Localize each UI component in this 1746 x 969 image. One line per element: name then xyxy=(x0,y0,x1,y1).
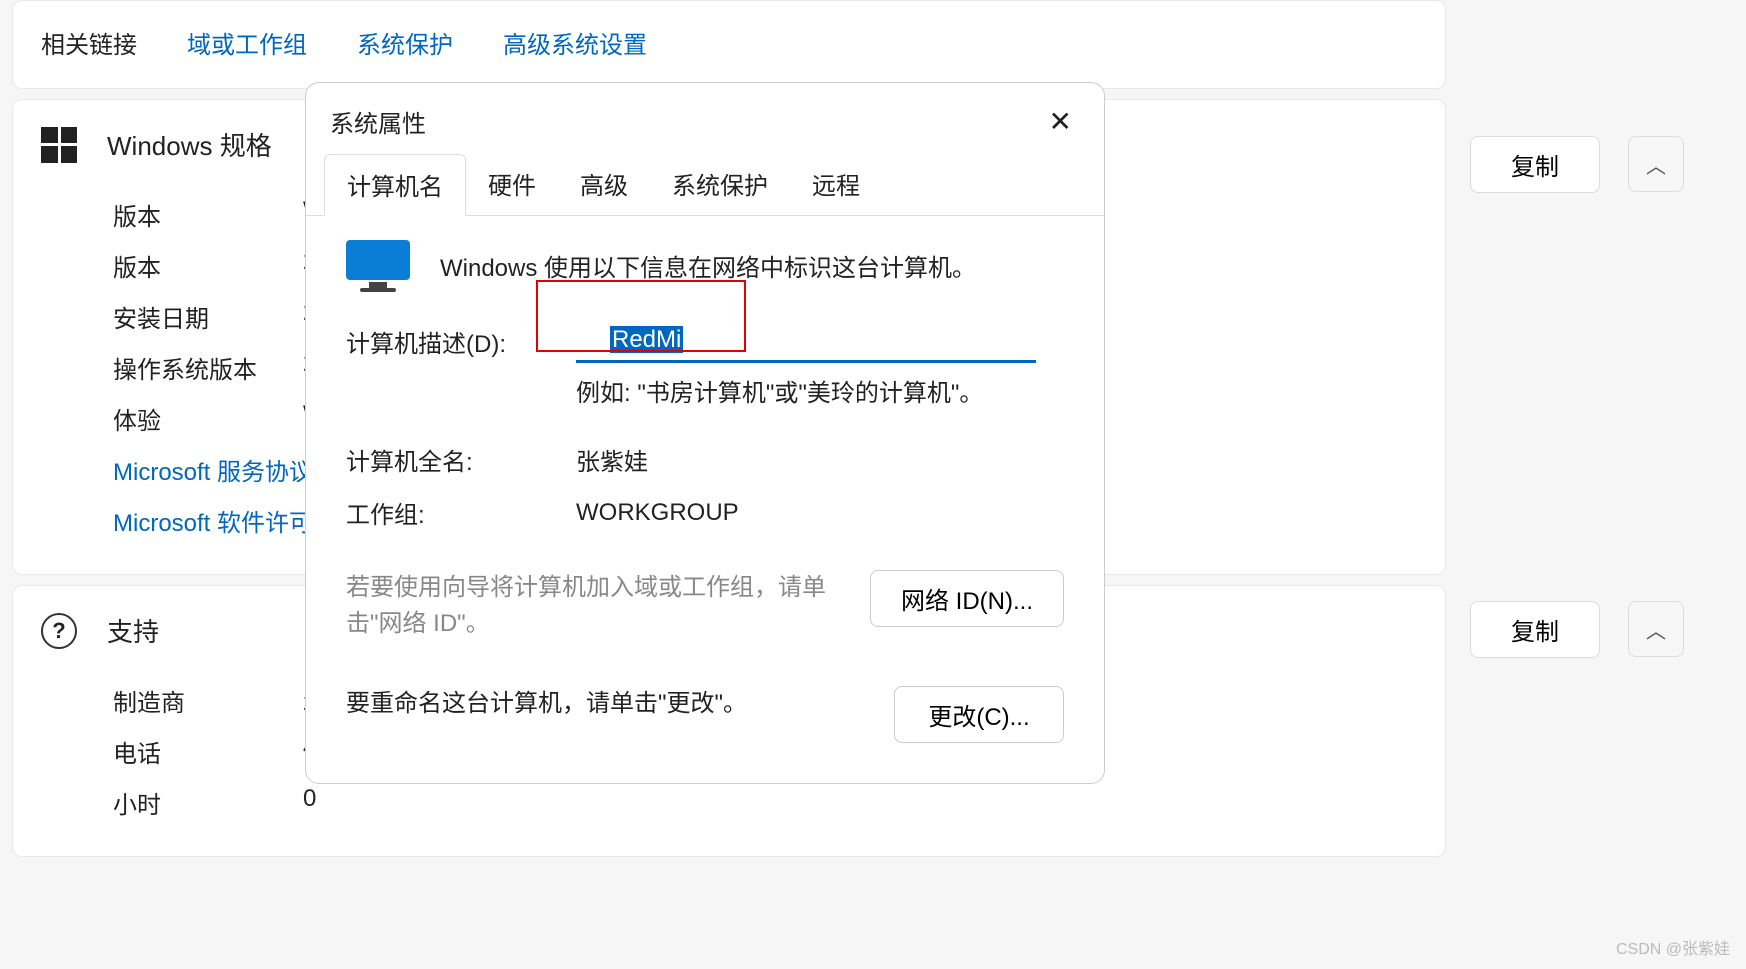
phone-label: 电话 xyxy=(113,734,303,769)
tab-remote[interactable]: 远程 xyxy=(790,154,882,215)
related-links-card: 相关链接 域或工作组 系统保护 高级系统设置 xyxy=(12,0,1446,89)
dialog-tabs: 计算机名 硬件 高级 系统保护 远程 xyxy=(306,154,1104,216)
hours-value: 0 xyxy=(303,785,316,820)
computer-description-input[interactable]: RedMi xyxy=(576,320,1036,363)
change-button[interactable]: 更改(C)... xyxy=(894,686,1064,743)
tab-system-protection[interactable]: 系统保护 xyxy=(650,154,790,215)
dialog-title: 系统属性 xyxy=(330,104,426,139)
workgroup-label: 工作组: xyxy=(346,495,576,530)
experience-label: 体验 xyxy=(113,401,303,436)
tab-advanced[interactable]: 高级 xyxy=(558,154,650,215)
tab-computer-name[interactable]: 计算机名 xyxy=(324,154,466,216)
hours-label: 小时 xyxy=(113,785,303,820)
manufacturer-label: 制造商 xyxy=(113,683,303,718)
chevron-up-icon: ︿ xyxy=(1646,615,1666,644)
computer-description-label: 计算机描述(D): xyxy=(346,324,576,359)
monitor-icon xyxy=(346,240,410,290)
network-id-hint: 若要使用向导将计算机加入域或工作组，请单击"网络 ID"。 xyxy=(346,570,850,642)
description-example-text: 例如: "书房计算机"或"美玲的计算机"。 xyxy=(576,373,1064,408)
link-domain-workgroup[interactable]: 域或工作组 xyxy=(187,25,307,60)
system-properties-dialog: 系统属性 ✕ 计算机名 硬件 高级 系统保护 远程 Windows 使用以下信息… xyxy=(305,82,1105,784)
network-id-button[interactable]: 网络 ID(N)... xyxy=(870,570,1064,627)
computer-fullname-label: 计算机全名: xyxy=(346,442,576,477)
chevron-up-icon: ︿ xyxy=(1646,150,1666,179)
link-advanced-settings[interactable]: 高级系统设置 xyxy=(503,25,647,60)
close-button[interactable]: ✕ xyxy=(1041,101,1080,142)
tab-hardware[interactable]: 硬件 xyxy=(466,154,558,215)
collapse-support-button[interactable]: ︿ xyxy=(1628,601,1684,657)
ms-license-link[interactable]: Microsoft 软件许可 xyxy=(113,503,313,538)
copy-support-button[interactable]: 复制 xyxy=(1470,601,1600,658)
ms-service-agreement-link[interactable]: Microsoft 服务协议 xyxy=(113,452,313,487)
workgroup-value: WORKGROUP xyxy=(576,499,739,527)
rename-hint: 要重命名这台计算机，请单击"更改"。 xyxy=(346,686,874,722)
version-label: 版本 xyxy=(113,248,303,283)
help-icon: ? xyxy=(41,613,77,649)
copy-winspec-button[interactable]: 复制 xyxy=(1470,136,1600,193)
collapse-winspec-button[interactable]: ︿ xyxy=(1628,136,1684,192)
watermark: CSDN @张紫娃 xyxy=(1616,935,1730,959)
windows-logo-icon xyxy=(41,127,77,163)
edition-label: 版本 xyxy=(113,197,303,232)
link-system-protection[interactable]: 系统保护 xyxy=(357,25,453,60)
os-build-label: 操作系统版本 xyxy=(113,350,303,385)
computer-fullname-value: 张紫娃 xyxy=(576,442,648,477)
close-icon: ✕ xyxy=(1049,106,1072,137)
install-date-label: 安装日期 xyxy=(113,299,303,334)
related-links-label: 相关链接 xyxy=(41,25,137,60)
dialog-intro-text: Windows 使用以下信息在网络中标识这台计算机。 xyxy=(440,248,976,283)
